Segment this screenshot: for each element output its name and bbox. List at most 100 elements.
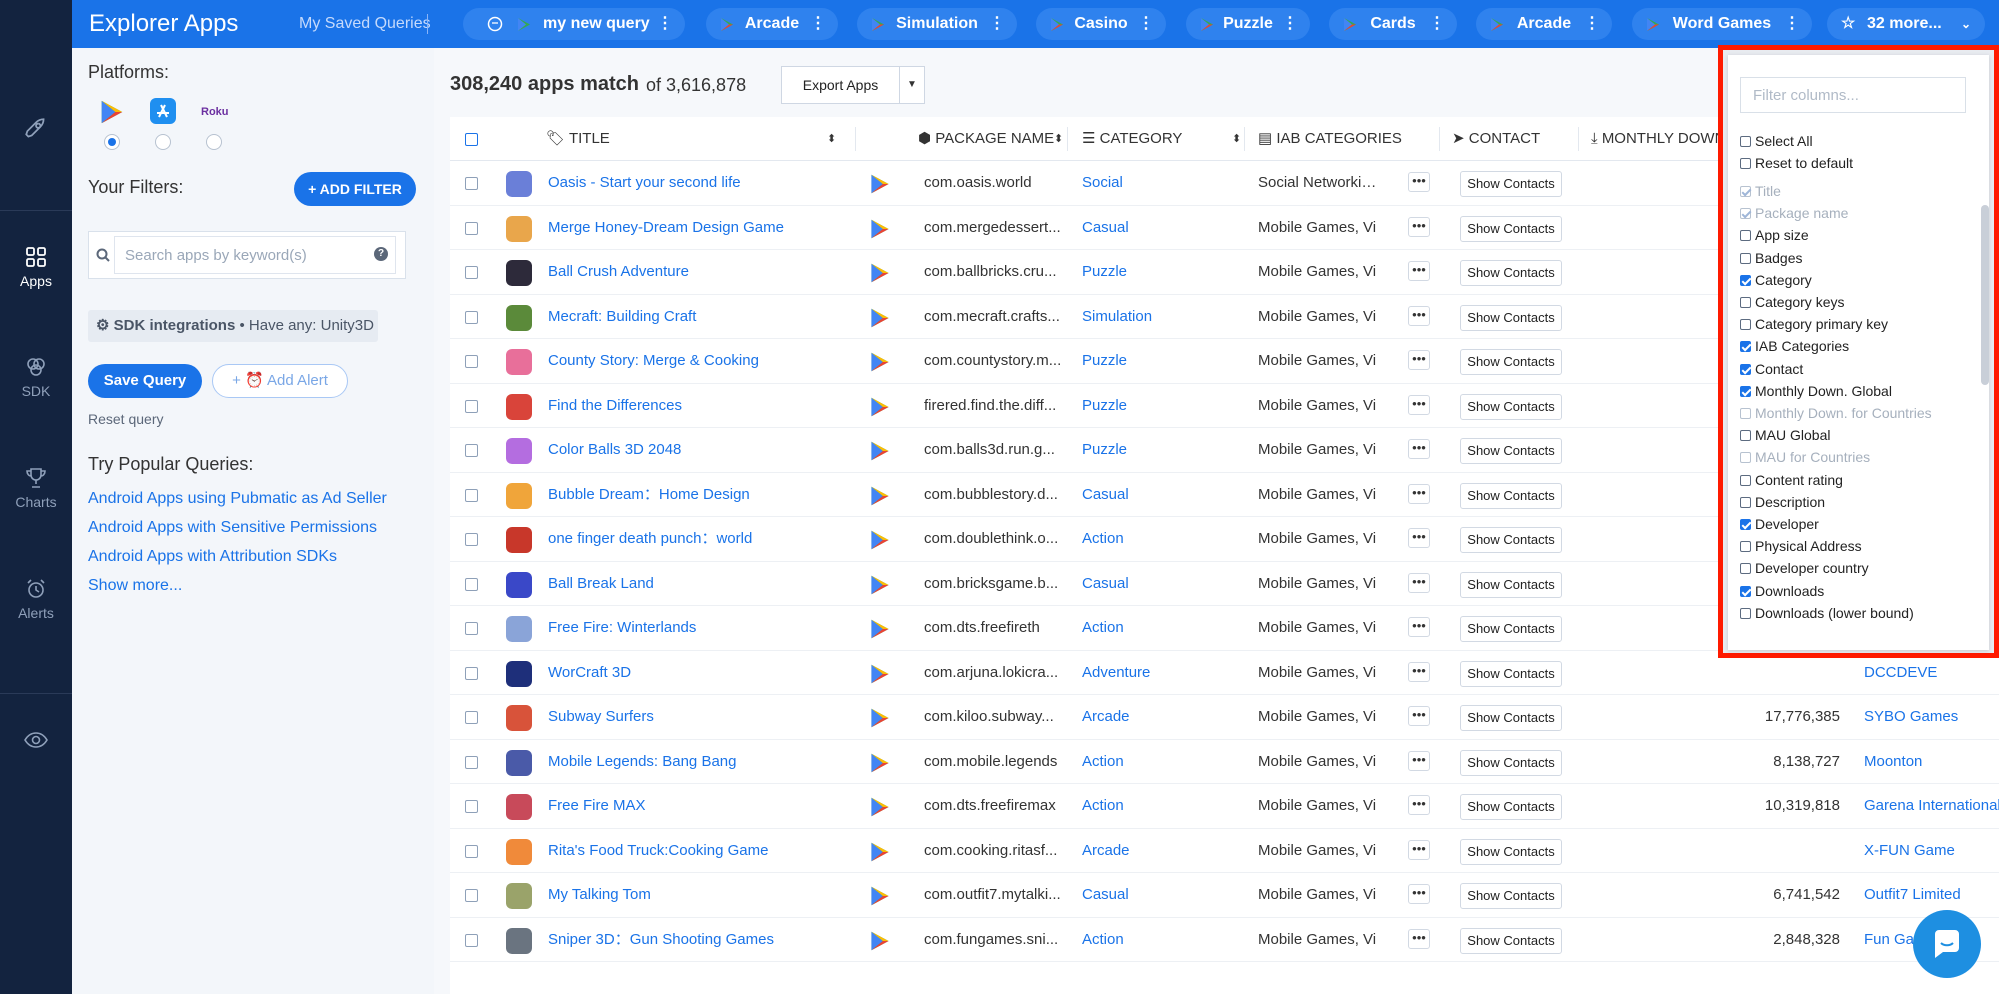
checkbox[interactable]: [1740, 341, 1751, 353]
reset-columns-option[interactable]: Reset to default: [1740, 155, 1853, 171]
more-options-button[interactable]: •••: [1408, 394, 1430, 415]
column-header-category[interactable]: ☰ CATEGORY: [1082, 117, 1182, 161]
show-contacts-button[interactable]: Show Contacts: [1460, 527, 1562, 553]
query-tab-menu[interactable]: ⋮: [810, 8, 826, 40]
more-options-button[interactable]: •••: [1408, 572, 1430, 593]
more-options-button[interactable]: •••: [1408, 795, 1430, 815]
app-title-link[interactable]: Rita's Food Truck:Cooking Game: [548, 829, 848, 873]
category-link[interactable]: Puzzle: [1082, 339, 1232, 383]
save-query-button[interactable]: Save Query: [88, 364, 202, 398]
query-tab[interactable]: Arcade ⋮: [1476, 8, 1612, 40]
show-contacts-button[interactable]: Show Contacts: [1460, 171, 1562, 197]
column-list-scrollbar[interactable]: [1981, 205, 1989, 385]
category-link[interactable]: Action: [1082, 517, 1232, 561]
row-checkbox[interactable]: [465, 844, 478, 858]
more-queries-tab[interactable]: ☆ 32 more... ⌄: [1827, 8, 1985, 40]
row-checkbox[interactable]: [465, 577, 478, 591]
search-input[interactable]: [114, 236, 396, 274]
column-option[interactable]: App size: [1740, 227, 1809, 243]
show-contacts-button[interactable]: Show Contacts: [1460, 215, 1562, 242]
more-options-button[interactable]: •••: [1408, 172, 1430, 192]
developer-link[interactable]: X-FUN Game: [1864, 829, 1999, 873]
column-option[interactable]: Description: [1740, 494, 1825, 510]
checkbox[interactable]: [1740, 274, 1751, 286]
row-checkbox[interactable]: [465, 889, 478, 902]
show-contacts-button[interactable]: Show Contacts: [1460, 838, 1562, 865]
table-row[interactable]: Sniper 3D：Gun Shooting Games com.fungames…: [450, 917, 1999, 962]
column-option[interactable]: MAU Global: [1740, 427, 1830, 443]
category-link[interactable]: Arcade: [1082, 829, 1232, 873]
checkbox[interactable]: [1740, 319, 1751, 331]
show-contacts-button[interactable]: Show Contacts: [1460, 304, 1562, 331]
query-tab[interactable]: Casino ⋮: [1036, 8, 1166, 40]
developer-link[interactable]: Outfit7 Limited: [1864, 873, 1999, 917]
column-option[interactable]: Badges: [1740, 250, 1802, 266]
category-link[interactable]: Casual: [1082, 873, 1232, 917]
column-option[interactable]: Contact: [1740, 361, 1803, 377]
row-checkbox[interactable]: [465, 755, 478, 769]
checkbox[interactable]: [1740, 519, 1751, 530]
show-contacts-button[interactable]: Show Contacts: [1460, 794, 1562, 820]
query-tab-menu[interactable]: ⋮: [657, 8, 673, 40]
add-alert-button[interactable]: + ⏰ Add Alert: [212, 364, 348, 398]
category-link[interactable]: Adventure: [1082, 651, 1232, 695]
filter-columns-input[interactable]: [1740, 77, 1966, 113]
row-checkbox[interactable]: [465, 221, 478, 235]
app-title-link[interactable]: Mobile Legends: Bang Bang: [548, 740, 848, 784]
column-header-title[interactable]: 🏷 TITLE: [546, 117, 610, 161]
more-options-button[interactable]: •••: [1408, 305, 1430, 326]
more-options-button[interactable]: •••: [1408, 706, 1430, 726]
reset-query-link[interactable]: Reset query: [88, 411, 163, 427]
category-link[interactable]: Action: [1082, 740, 1232, 784]
row-checkbox[interactable]: [465, 488, 478, 502]
table-row[interactable]: My Talking Tom com.outfit7.mytalki... Casu…: [450, 873, 1999, 918]
app-title-link[interactable]: Free Fire: Winterlands: [548, 606, 848, 650]
column-header-iab[interactable]: ▤ IAB CATEGORIES: [1258, 117, 1402, 161]
developer-link[interactable]: Garena International: [1864, 784, 1999, 828]
more-options-button[interactable]: •••: [1408, 528, 1430, 548]
more-options-button[interactable]: •••: [1408, 483, 1430, 504]
roku-logo[interactable]: Roku: [201, 106, 229, 118]
more-options-button[interactable]: •••: [1408, 350, 1430, 370]
query-tab-my-new-query[interactable]: my new query ⋮: [463, 8, 685, 40]
select-all-rows-checkbox[interactable]: [465, 133, 478, 146]
sdk-filter-chip[interactable]: ⚙ SDK integrations • Have any: Unity3D: [88, 310, 378, 342]
category-link[interactable]: Action: [1082, 606, 1232, 650]
show-contacts-button[interactable]: Show Contacts: [1460, 571, 1562, 598]
checkbox[interactable]: [1740, 496, 1751, 508]
popular-query-link[interactable]: Android Apps using Pubmatic as Ad Seller: [88, 490, 387, 508]
column-option[interactable]: Downloads (lower bound): [1740, 605, 1914, 621]
query-tab[interactable]: Simulation ⋮: [857, 8, 1017, 40]
more-options-button[interactable]: •••: [1408, 884, 1430, 904]
query-tab-menu[interactable]: ⋮: [1429, 8, 1445, 40]
more-options-button[interactable]: •••: [1408, 439, 1430, 459]
app-title-link[interactable]: Color Balls 3D 2048: [548, 428, 848, 472]
table-row[interactable]: Free Fire MAX com.dts.freefiremax Action Mo…: [450, 784, 1999, 829]
app-title-link[interactable]: Sniper 3D：Gun Shooting Games: [548, 918, 848, 962]
app-title-link[interactable]: Find the Differences: [548, 384, 848, 428]
rail-item-visibility[interactable]: [0, 730, 72, 754]
category-link[interactable]: Casual: [1082, 206, 1232, 250]
chat-launcher-button[interactable]: [1913, 910, 1981, 978]
show-contacts-button[interactable]: Show Contacts: [1460, 927, 1562, 954]
sort-icon[interactable]: ⬍: [827, 117, 836, 161]
select-all-columns-option[interactable]: Select All: [1740, 133, 1813, 149]
show-contacts-button[interactable]: Show Contacts: [1460, 616, 1562, 642]
developer-link[interactable]: Moonton: [1864, 740, 1999, 784]
category-link[interactable]: Arcade: [1082, 695, 1232, 739]
checkbox[interactable]: [1740, 474, 1751, 486]
platform-radio-google-play[interactable]: [104, 134, 120, 150]
category-link[interactable]: Puzzle: [1082, 384, 1232, 428]
query-tab[interactable]: Puzzle ⋮: [1186, 8, 1310, 40]
more-options-button[interactable]: •••: [1408, 839, 1430, 860]
checkbox[interactable]: [1740, 297, 1751, 308]
platform-radio-roku[interactable]: [206, 134, 222, 150]
category-link[interactable]: Puzzle: [1082, 250, 1232, 294]
checkbox[interactable]: [1740, 430, 1751, 442]
more-options-button[interactable]: •••: [1408, 750, 1430, 771]
query-tab-menu[interactable]: ⋮: [1282, 8, 1298, 40]
show-contacts-button[interactable]: Show Contacts: [1460, 749, 1562, 776]
google-play-icon[interactable]: [100, 99, 124, 125]
column-option[interactable]: Category primary key: [1740, 316, 1888, 332]
category-link[interactable]: Puzzle: [1082, 428, 1232, 472]
